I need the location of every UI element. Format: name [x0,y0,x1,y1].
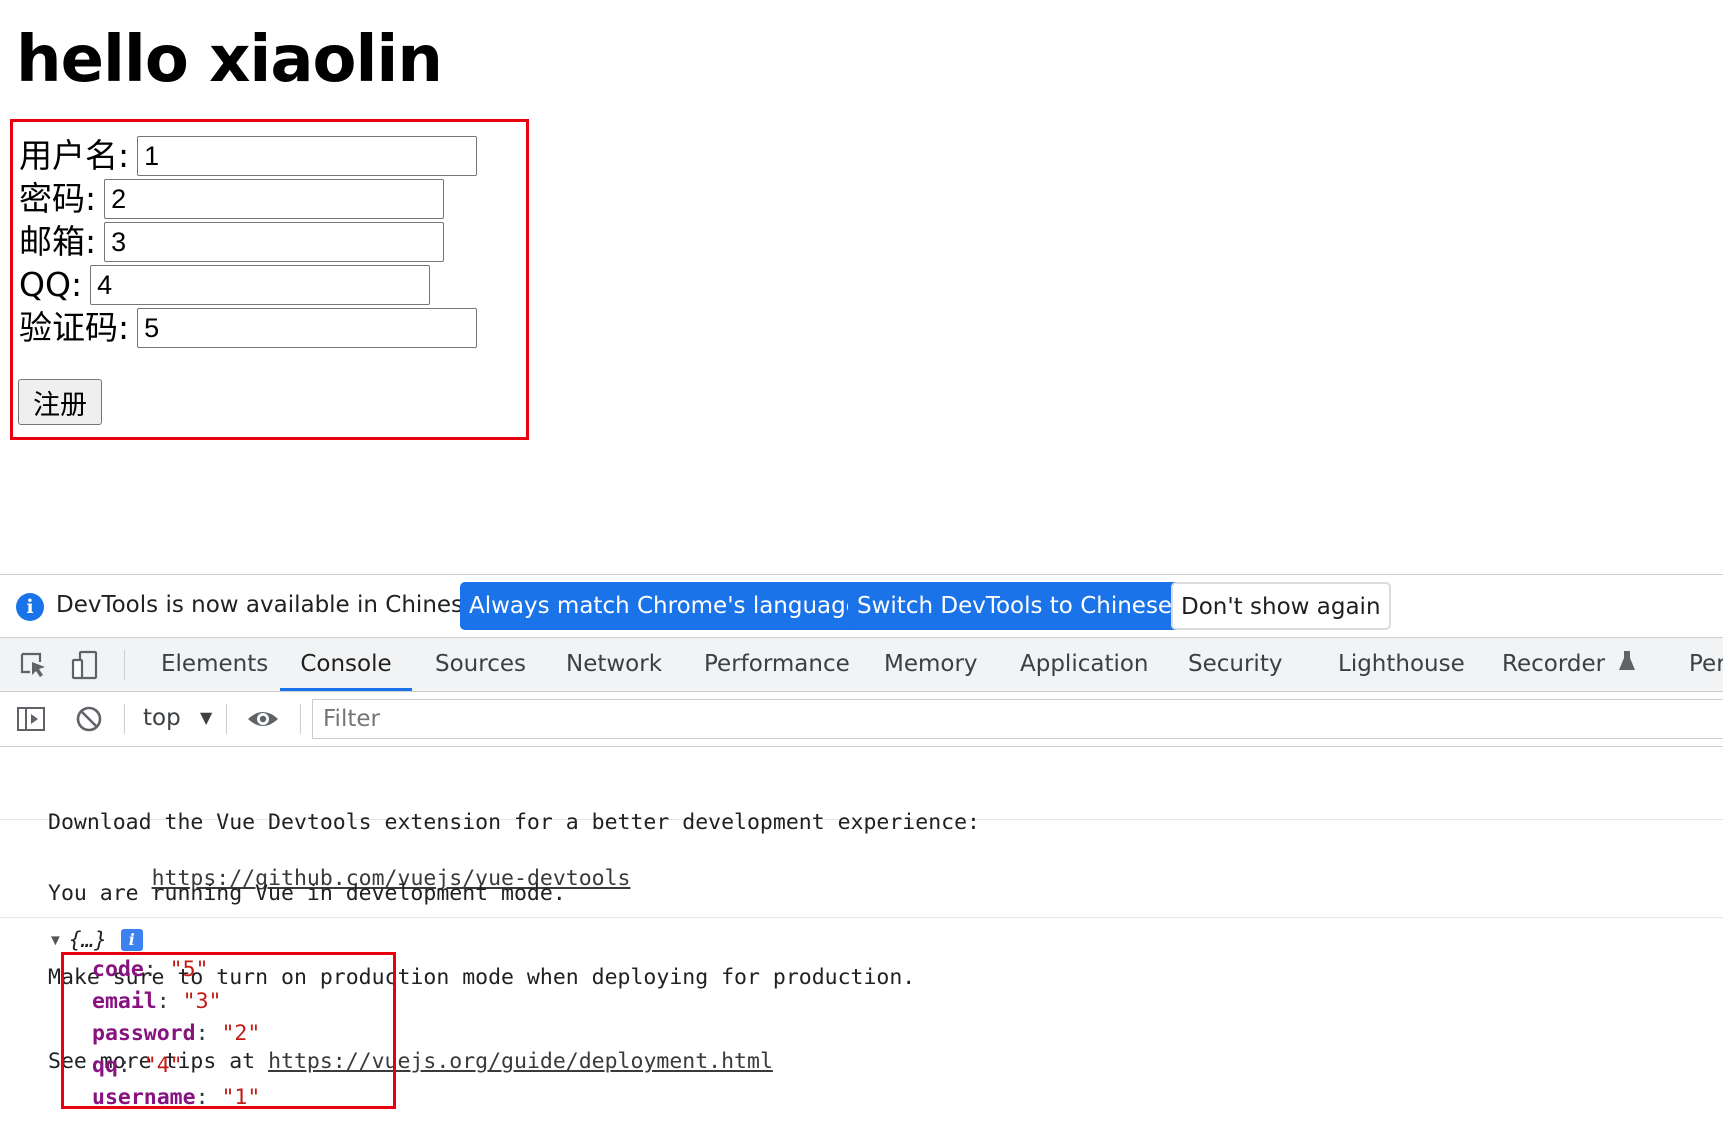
property-key: password [92,1021,196,1046]
property-value: "4" [143,1053,183,1078]
username-label: 用户名: [19,136,130,175]
toolbar-separator [124,650,125,680]
property-key: qq [92,1053,118,1078]
page-viewport: hello xiaolin 用户名: 密码: 邮箱: QQ: 验证码: 注册 [0,0,1723,574]
code-input[interactable] [137,308,478,348]
form-row-username: 用户名: [19,135,478,177]
dropdown-arrow-icon: ▼ [200,708,213,727]
tab-application[interactable]: Application [1020,638,1149,691]
switch-to-chinese-button[interactable]: Switch DevTools to Chinese [848,582,1182,630]
console-object-entry: ▼ {…} i code: "5" email: "3" password: "… [0,925,1723,1119]
property-key: username [92,1085,196,1110]
form-row-email: 邮箱: [19,221,445,263]
device-toolbar-icon[interactable] [70,650,100,680]
language-infobar: i DevTools is now available in Chinese! … [0,575,1723,638]
object-property: code: "5" [92,957,209,982]
info-icon: i [16,593,44,621]
object-preview: {…} [68,928,107,952]
property-value: "5" [169,957,209,982]
object-property: qq: "4" [92,1053,183,1078]
object-info-icon[interactable]: i [120,929,143,951]
toolbar-separator [226,704,227,734]
dont-show-again-button[interactable]: Don't show again [1171,582,1391,630]
tab-console[interactable]: Console [280,638,412,691]
context-selector-value: top [143,705,181,731]
context-selector[interactable]: top ▼ [143,705,212,731]
console-toolbar: top ▼ [0,692,1723,747]
console-message: You are running Vue in development mode.… [0,820,1723,1074]
tab-recorder[interactable]: Recorder [1502,638,1636,691]
property-value: "3" [182,989,222,1014]
code-label: 验证码: [19,308,130,347]
infobar-message: DevTools is now available in Chinese! [56,592,487,618]
property-key: email [92,989,157,1014]
email-input[interactable] [104,222,445,262]
tab-recorder-label: Recorder [1502,651,1606,677]
tab-memory[interactable]: Memory [884,638,978,691]
object-property: username: "1" [92,1085,261,1110]
property-value: "2" [221,1021,261,1046]
qq-input[interactable] [90,265,431,305]
page-title: hello xiaolin [16,23,443,97]
form-row-password: 密码: [19,178,445,220]
console-output: Download the Vue Devtools extension for … [0,747,1723,1119]
qq-label: QQ: [19,265,83,304]
devtools-panel: i DevTools is now available in Chinese! … [0,574,1723,1119]
clear-console-icon[interactable] [74,704,104,734]
tab-network[interactable]: Network [566,638,662,691]
form-row-qq: QQ: [19,264,431,306]
tab-performance[interactable]: Performance [704,638,850,691]
password-input[interactable] [104,179,445,219]
toolbar-separator [300,704,301,734]
object-expander[interactable]: ▼ {…} i [48,925,143,955]
register-button[interactable]: 注册 [18,379,102,425]
tab-sources[interactable]: Sources [435,638,526,691]
object-property: email: "3" [92,989,222,1014]
inspect-element-icon[interactable] [18,650,48,680]
live-expression-eye-icon[interactable] [246,704,280,734]
always-match-language-button[interactable]: Always match Chrome's language [460,582,869,630]
tab-security[interactable]: Security [1188,638,1282,691]
tab-performance-insights[interactable]: Per [1689,638,1723,691]
object-property: password: "2" [92,1021,261,1046]
console-filter-input[interactable] [312,699,1723,739]
form-row-code: 验证码: [19,307,478,349]
devtools-tabbar: Elements Console Sources Network Perform… [0,638,1723,692]
username-input[interactable] [137,136,478,176]
expand-triangle-icon: ▼ [48,931,63,949]
console-message: Download the Vue Devtools extension for … [0,747,1723,891]
toolbar-separator [124,704,125,734]
password-label: 密码: [19,179,97,218]
tab-lighthouse[interactable]: Lighthouse [1338,638,1465,691]
tab-elements[interactable]: Elements [161,638,268,691]
sidebar-toggle-icon[interactable] [16,704,46,734]
email-label: 邮箱: [19,222,97,261]
property-value: "1" [221,1085,261,1110]
flask-icon [1619,651,1636,670]
property-key: code [92,957,144,982]
register-form: 用户名: 密码: 邮箱: QQ: 验证码: 注册 [10,119,529,440]
console-message-line: You are running Vue in development mode. [48,881,566,906]
